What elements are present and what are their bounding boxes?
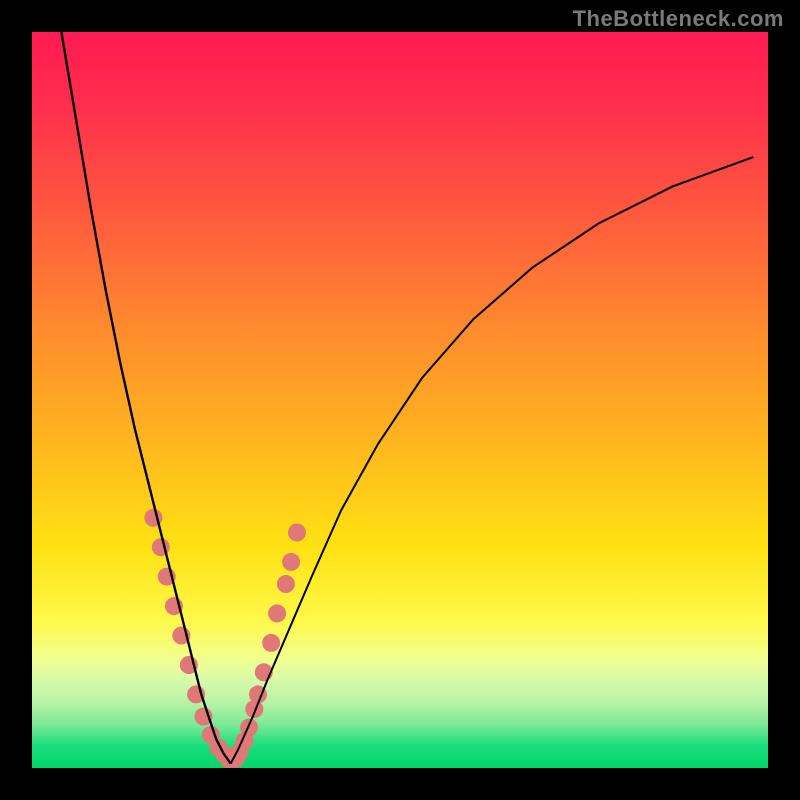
curve-layer <box>32 32 768 768</box>
watermark-text: TheBottleneck.com <box>573 6 784 32</box>
marker-dot <box>262 634 280 652</box>
marker-dot <box>240 719 258 737</box>
marker-dots <box>144 509 306 768</box>
right-curve <box>231 157 754 764</box>
marker-dot <box>268 604 286 622</box>
marker-dot <box>277 575 295 593</box>
chart-frame: TheBottleneck.com <box>0 0 800 800</box>
plot-area <box>32 32 768 768</box>
marker-dot <box>282 553 300 571</box>
marker-dot <box>288 524 306 542</box>
left-curve <box>61 32 230 764</box>
